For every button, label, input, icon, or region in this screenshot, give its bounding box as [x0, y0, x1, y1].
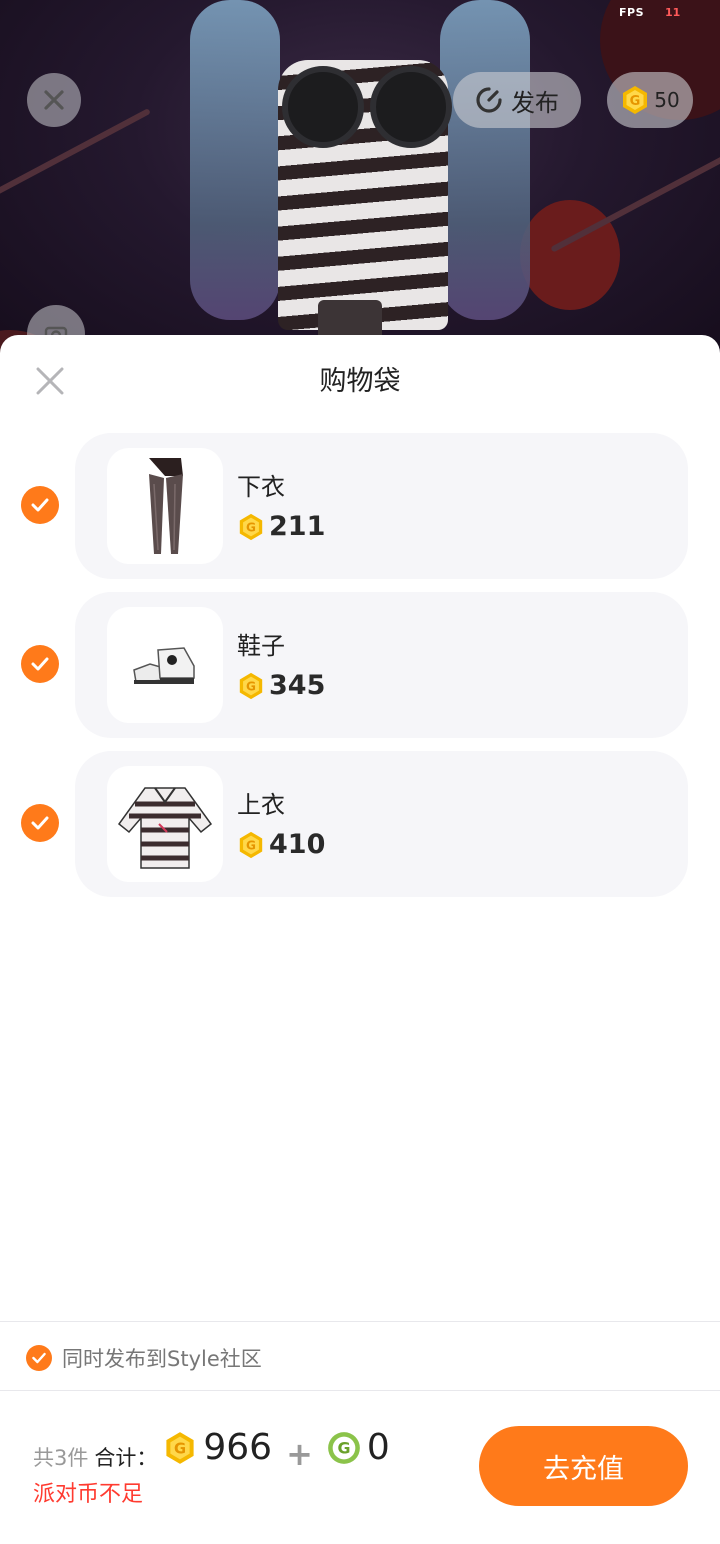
- item-name: 上衣: [237, 791, 285, 819]
- close-icon: [44, 90, 64, 110]
- checkout-footer: 共3件 合计： G 966 + G 0 派对币不足 去充值: [0, 1391, 720, 1544]
- sweater-icon: [117, 787, 213, 869]
- svg-text:G: G: [246, 679, 256, 693]
- svg-text:G: G: [337, 1438, 350, 1457]
- check-icon: [32, 1352, 46, 1364]
- item-name: 鞋子: [237, 632, 285, 660]
- divider: [0, 1321, 720, 1322]
- svg-text:G: G: [246, 520, 256, 534]
- leggings-icon: [149, 458, 183, 554]
- scene-close-button[interactable]: [27, 73, 81, 127]
- fps-label: FPS: [619, 6, 644, 19]
- gold-total-value: 966: [203, 1427, 273, 1468]
- gold-total: G 966: [163, 1427, 272, 1468]
- check-icon: [31, 498, 49, 512]
- publish-checkbox[interactable]: [26, 1345, 52, 1371]
- recharge-button[interactable]: 去充值: [479, 1426, 688, 1506]
- svg-text:G: G: [174, 1440, 186, 1457]
- item-checkbox[interactable]: [21, 486, 59, 524]
- item-thumbnail: [107, 607, 223, 723]
- insufficient-warning: 派对币不足: [33, 1482, 144, 1507]
- item-name: 下衣: [237, 473, 285, 501]
- cart-item-card[interactable]: 上衣 G 410: [75, 751, 688, 897]
- publish-icon: [476, 87, 502, 113]
- item-price: G 410: [237, 829, 325, 860]
- item-thumbnail: [107, 448, 223, 564]
- game-scene: FPS 11 发布 G 50: [0, 0, 720, 360]
- shoes-icon: [133, 647, 195, 684]
- scene-decor: [520, 200, 620, 310]
- coin-balance-button[interactable]: G 50: [607, 72, 693, 128]
- item-price: G 345: [237, 670, 325, 701]
- item-price-value: 345: [269, 670, 326, 701]
- gold-coin-icon: G: [239, 831, 263, 858]
- avatar-headphone: [370, 66, 452, 148]
- gold-coin-icon: G: [239, 672, 263, 699]
- green-total: G 0: [327, 1427, 390, 1468]
- sheet-title: 购物袋: [319, 366, 401, 397]
- cart-item-card[interactable]: 下衣 G 211: [75, 433, 688, 579]
- check-icon: [31, 816, 49, 830]
- green-coin-icon: G: [328, 1431, 360, 1464]
- green-total-value: 0: [366, 1427, 390, 1468]
- item-checkbox[interactable]: [21, 804, 59, 842]
- item-count: 共3件: [33, 1445, 89, 1470]
- coin-balance-value: 50: [654, 88, 680, 112]
- gold-coin-icon: G: [239, 513, 263, 540]
- gold-coin-icon: G: [166, 1431, 194, 1464]
- scene-decor: [0, 108, 151, 198]
- check-icon: [31, 657, 49, 671]
- avatar-hair: [440, 0, 530, 320]
- item-price-value: 410: [269, 829, 326, 860]
- total-summary: 共3件 合计： G 966 + G 0: [33, 1427, 390, 1473]
- avatar-headphone: [282, 66, 364, 148]
- item-checkbox[interactable]: [21, 645, 59, 683]
- svg-text:G: G: [630, 94, 641, 109]
- avatar-hair: [190, 0, 280, 320]
- publish-button[interactable]: 发布: [453, 72, 581, 128]
- publish-to-community-option[interactable]: 同时发布到Style社区: [26, 1343, 262, 1373]
- fps-value: 11: [665, 6, 681, 19]
- sum-label: 合计：: [94, 1445, 158, 1470]
- publish-option-label: 同时发布到Style社区: [62, 1347, 262, 1371]
- gold-coin-icon: G: [623, 86, 648, 114]
- publish-label: 发布: [511, 88, 559, 117]
- item-thumbnail: [107, 766, 223, 882]
- cart-item-card[interactable]: 鞋子 G 345: [75, 592, 688, 738]
- item-price-value: 211: [269, 511, 326, 542]
- svg-text:G: G: [246, 838, 256, 852]
- cart-item: 下衣 G 211: [0, 433, 720, 579]
- cart-item: 鞋子 G 345: [0, 592, 720, 738]
- plus-sign: +: [286, 1434, 313, 1473]
- item-price: G 211: [237, 511, 325, 542]
- cart-item: 上衣 G 410: [0, 751, 720, 897]
